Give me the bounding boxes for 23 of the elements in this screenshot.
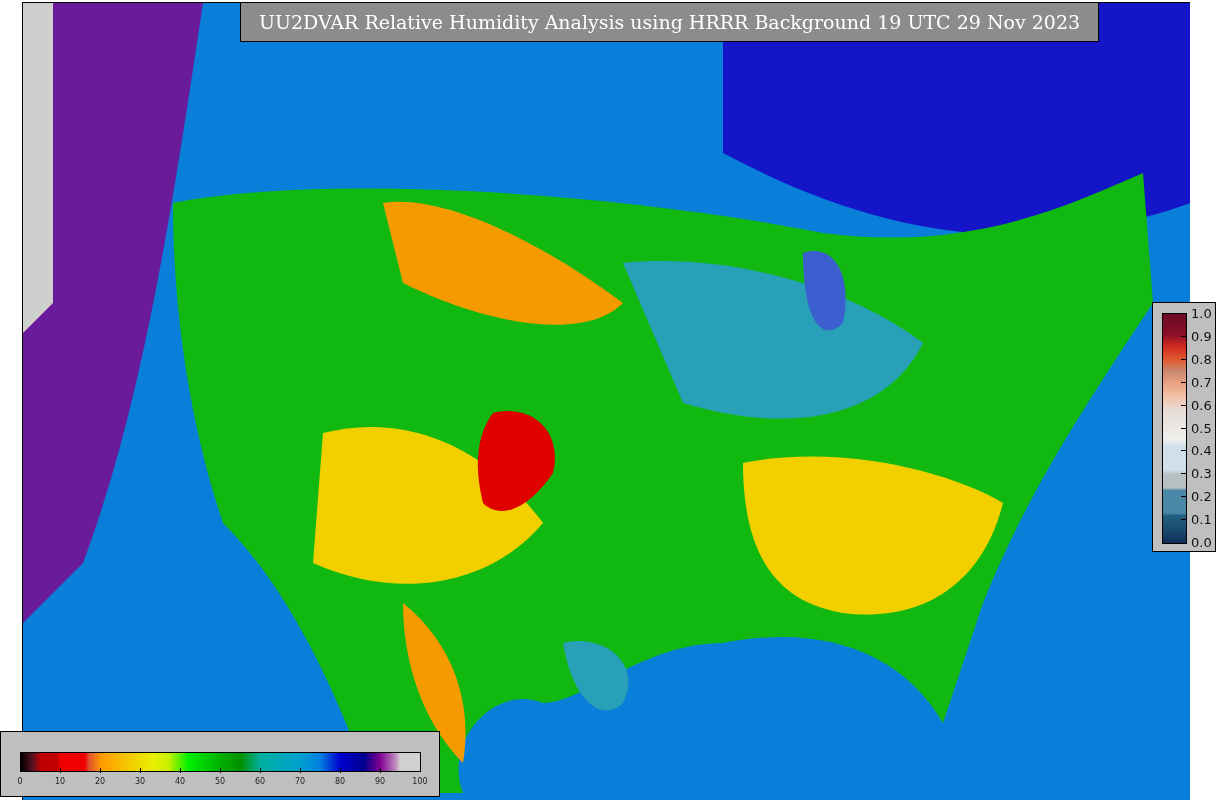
tick-label: 0 (17, 777, 23, 786)
tick-label: 90 (374, 777, 386, 786)
tick-label: 0.8 (1191, 351, 1212, 367)
tick-label: 20 (94, 777, 106, 786)
tick-label: 70 (294, 777, 306, 786)
tick-label: 100 (412, 777, 428, 786)
tick-label: 50 (214, 777, 226, 786)
tick-label: 0.0 (1191, 534, 1212, 550)
tick-label: 1.0 (1191, 305, 1212, 321)
tick-label: 0.1 (1191, 511, 1212, 527)
tick-label: 30 (134, 777, 146, 786)
tick-label: 40 (174, 777, 186, 786)
tick-label: 0.6 (1191, 397, 1212, 413)
tick-label: 0.4 (1191, 442, 1212, 458)
tick-label: 0.2 (1191, 488, 1212, 504)
map-title: UU2DVAR Relative Humidity Analysis using HRRR Background 19 UTC 29 Nov 2023 (240, 2, 1099, 42)
tick-label: 80 (334, 777, 346, 786)
tick-label: 0.3 (1191, 465, 1212, 481)
tick-label: 0.7 (1191, 374, 1212, 390)
tick-label: 0.5 (1191, 420, 1212, 435)
tick-label: 10 (54, 777, 66, 786)
tick-label: 60 (254, 777, 266, 786)
tick-label: 0.9 (1191, 328, 1212, 344)
